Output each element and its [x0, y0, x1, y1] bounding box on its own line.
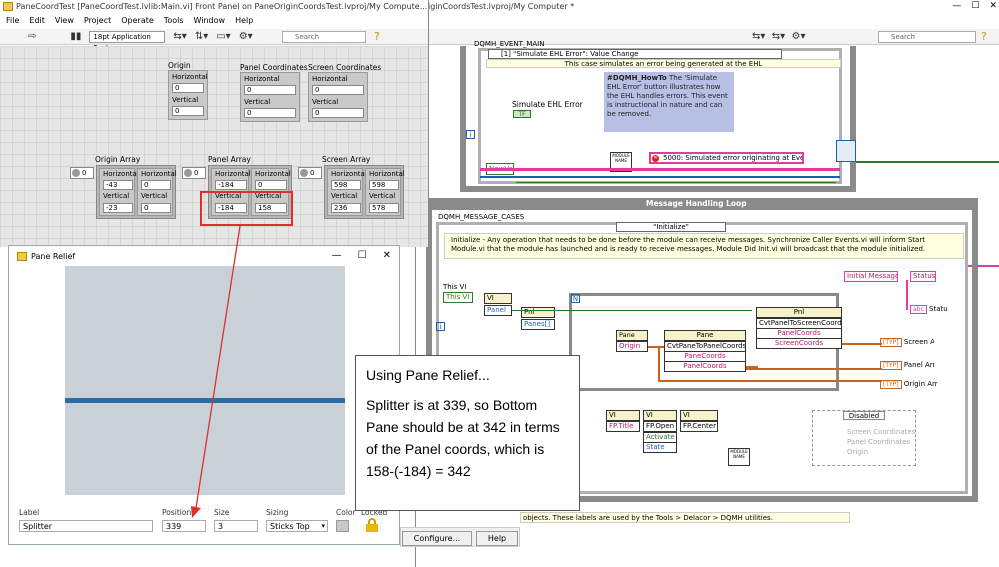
annotation-box: Using Pane Relief... Splitter is at 339,… [355, 355, 580, 511]
annotation-line1: Using Pane Relief... [366, 367, 490, 383]
annotation-line2: Splitter is at 339, so Bottom Pane shoul… [366, 397, 560, 479]
